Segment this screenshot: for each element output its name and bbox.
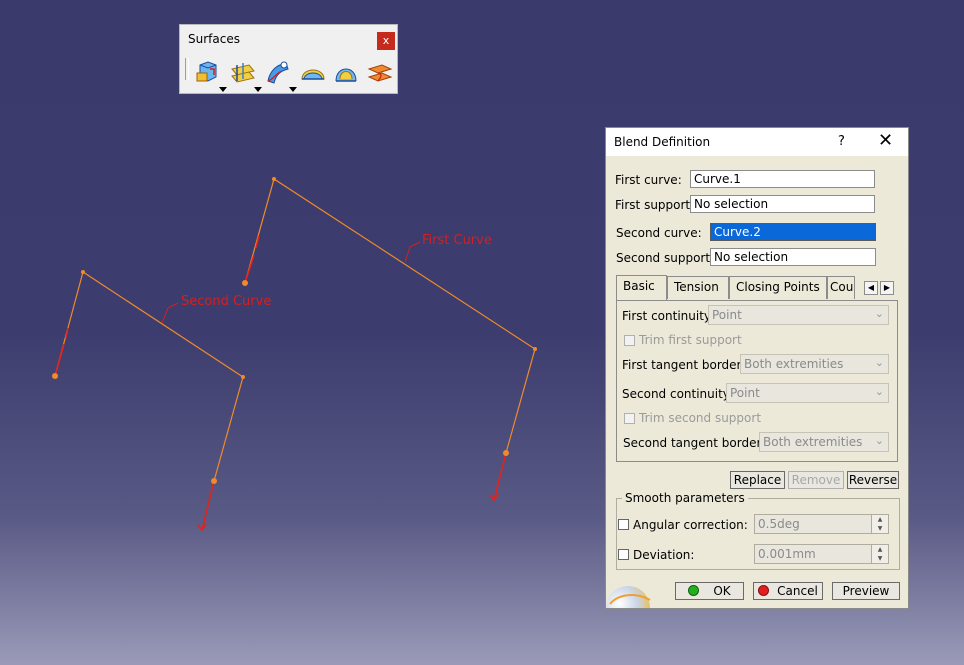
tab-coupling[interactable]: Cou bbox=[827, 276, 855, 299]
second-tangent-borders-label: Second tangent borders: bbox=[623, 436, 772, 450]
preview-button[interactable]: Preview bbox=[832, 582, 900, 600]
tab-closing-points[interactable]: Closing Points bbox=[729, 276, 827, 299]
chevron-down-icon: ⌄ bbox=[874, 385, 884, 398]
dialog-titlebar[interactable]: Blend Definition ? ✕ bbox=[606, 128, 908, 156]
first-curve-points bbox=[242, 177, 537, 456]
catia-logo-icon bbox=[606, 586, 651, 608]
angular-correction-value: 0.5deg bbox=[758, 517, 800, 531]
first-curve-field[interactable]: Curve.1 bbox=[690, 170, 875, 188]
first-continuity-combo: Point ⌄ bbox=[708, 305, 889, 325]
second-tangent-borders-combo: Both extremities ⌄ bbox=[759, 432, 889, 452]
chevron-down-icon: ⌄ bbox=[874, 434, 884, 447]
cancel-label: Cancel bbox=[777, 584, 818, 598]
cancel-icon bbox=[758, 585, 770, 596]
ok-button[interactable]: OK bbox=[675, 582, 744, 600]
deviation-checkbox[interactable] bbox=[618, 549, 629, 560]
ok-icon bbox=[688, 585, 700, 596]
first-tangent-borders-value: Both extremities bbox=[744, 357, 844, 371]
first-tangent-borders-combo: Both extremities ⌄ bbox=[740, 354, 889, 374]
sweep-dropdown-arrow[interactable] bbox=[289, 87, 297, 92]
first-curve[interactable] bbox=[244, 178, 536, 454]
second-continuity-label: Second continuity: bbox=[622, 387, 734, 401]
toolbar-grip[interactable] bbox=[185, 58, 189, 80]
cancel-button[interactable]: Cancel bbox=[753, 582, 823, 600]
remove-button: Remove bbox=[788, 471, 844, 489]
trim-second-support-label: Trim second support bbox=[639, 411, 762, 425]
second-continuity-combo: Point ⌄ bbox=[726, 383, 889, 403]
second-tangent-borders-value: Both extremities bbox=[763, 435, 863, 449]
angular-correction-spinner: 0.5deg ▲ ▼ bbox=[754, 514, 889, 534]
second-curve-field[interactable]: Curve.2 bbox=[710, 223, 876, 241]
offset-surface-icon[interactable] bbox=[229, 59, 257, 87]
second-continuity-value: Point bbox=[730, 386, 760, 400]
extrude-surface-icon[interactable] bbox=[194, 59, 222, 87]
smooth-parameters-title: Smooth parameters bbox=[622, 491, 748, 505]
first-curve-label-leader bbox=[404, 241, 421, 263]
tab-basic[interactable]: Basic bbox=[616, 275, 667, 300]
trim-second-support-checkbox bbox=[624, 413, 635, 424]
blend-surface-icon[interactable] bbox=[366, 59, 394, 87]
deviation-label: Deviation: bbox=[633, 548, 695, 562]
first-curve-label: First Curve bbox=[422, 233, 492, 248]
deviation-spinner: 0.001mm ▲ ▼ bbox=[754, 544, 889, 564]
toolbar-title: Surfaces bbox=[188, 32, 240, 46]
chevron-down-icon: ⌄ bbox=[874, 356, 884, 369]
first-curve-label: First curve: bbox=[615, 173, 682, 187]
second-curve-label: Second curve: bbox=[616, 226, 702, 240]
deviation-value: 0.001mm bbox=[758, 547, 816, 561]
second-curve-label: Second Curve bbox=[181, 294, 271, 309]
replace-button[interactable]: Replace bbox=[730, 471, 785, 489]
surfaces-toolbar[interactable]: Surfaces x bbox=[179, 24, 398, 94]
ok-label: OK bbox=[713, 584, 731, 598]
second-curve-label-leader bbox=[161, 302, 179, 324]
first-support-field[interactable]: No selection bbox=[690, 195, 875, 213]
extrude-dropdown-arrow[interactable] bbox=[219, 87, 227, 92]
tab-tension[interactable]: Tension bbox=[667, 276, 729, 299]
chevron-down-icon: ⌄ bbox=[874, 307, 884, 320]
multi-section-surface-icon[interactable] bbox=[332, 59, 360, 87]
second-support-field[interactable]: No selection bbox=[710, 248, 876, 266]
first-continuity-value: Point bbox=[712, 308, 742, 322]
blend-definition-dialog[interactable]: Blend Definition ? ✕ First curve: Curve.… bbox=[605, 127, 909, 609]
tab-scroll-right-icon[interactable]: ▶ bbox=[880, 281, 894, 295]
tab-strip: Basic Tension Closing Points Cou ◀ ▶ bbox=[616, 275, 898, 300]
close-icon[interactable]: ✕ bbox=[878, 131, 893, 151]
offset-dropdown-arrow[interactable] bbox=[254, 87, 262, 92]
first-tangent-borders-label: First tangent borders: bbox=[622, 358, 752, 372]
dialog-title: Blend Definition bbox=[614, 135, 711, 149]
angular-correction-checkbox[interactable] bbox=[618, 519, 629, 530]
trim-first-support-checkbox bbox=[624, 335, 635, 346]
first-curve-red-ends bbox=[244, 235, 507, 502]
sweep-surface-icon[interactable] bbox=[264, 59, 292, 87]
toolbar-close-button[interactable]: x bbox=[377, 32, 395, 50]
angular-correction-label: Angular correction: bbox=[633, 518, 748, 532]
second-support-label: Second support: bbox=[616, 251, 715, 265]
spin-down-icon: ▼ bbox=[871, 524, 888, 533]
help-button[interactable]: ? bbox=[838, 134, 845, 149]
basic-tab-panel: First continuity: Point ⌄ Trim first sup… bbox=[616, 300, 898, 462]
tab-scroll-left-icon[interactable]: ◀ bbox=[864, 281, 878, 295]
second-curve-red-ends bbox=[54, 327, 215, 532]
trim-first-support-label: Trim first support bbox=[639, 333, 742, 347]
spin-down-icon: ▼ bbox=[871, 554, 888, 563]
fill-surface-icon[interactable] bbox=[299, 59, 327, 87]
first-continuity-label: First continuity: bbox=[622, 309, 715, 323]
first-support-label: First support: bbox=[615, 198, 695, 212]
reverse-button[interactable]: Reverse bbox=[847, 471, 899, 489]
